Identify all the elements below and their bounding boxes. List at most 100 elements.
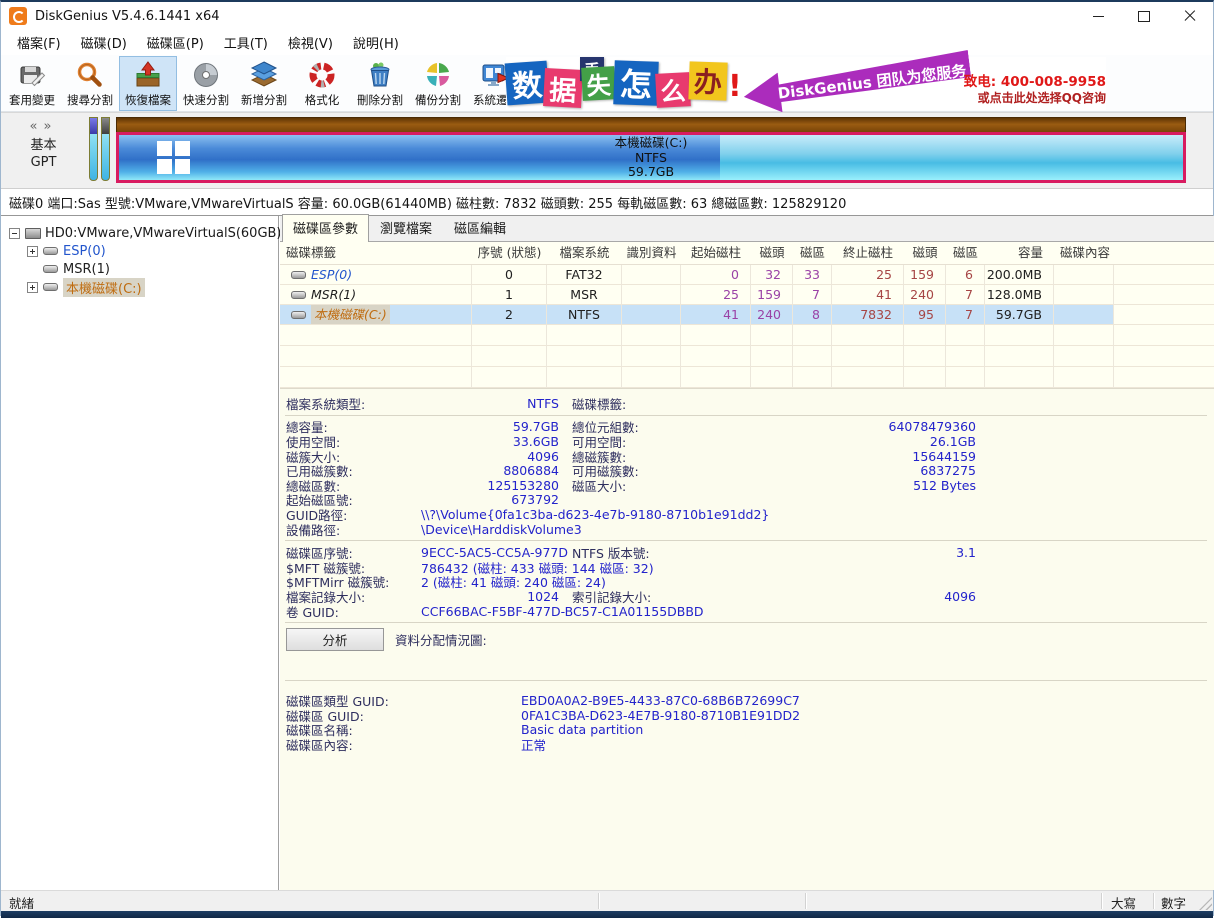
separator xyxy=(285,622,1207,623)
maximize-button[interactable] xyxy=(1121,2,1167,30)
status-capslock: 大寫 xyxy=(1111,893,1136,912)
banner-arrow: DiskGenius 团队为您服务 xyxy=(741,49,972,116)
menu-partition[interactable]: 磁碟區(P) xyxy=(137,30,214,55)
partition-icon xyxy=(291,271,306,279)
main-area: HD0:VMware,VMwareVirtualS(60GB) ESP(0) M… xyxy=(1,215,1213,890)
tree-node-label: HD0:VMware,VMwareVirtualS(60GB) xyxy=(45,226,282,241)
tree-node-msr[interactable]: MSR(1) xyxy=(1,260,278,278)
search-partition-icon xyxy=(75,60,105,90)
disk-info-text: 磁碟0 端口:Sas 型號:VMware,VMwareVirtualS 容量: … xyxy=(9,193,846,212)
close-icon xyxy=(1184,10,1196,22)
detail-row: 卷 GUID: CCF66BAC-F5BF-477D-BC57-C1A01155… xyxy=(280,604,1214,619)
tree-node-label: 本機磁碟(C:) xyxy=(63,278,145,297)
disk-type-label: 基本 xyxy=(1,137,86,154)
detail-row: 磁碟區內容: 正常 xyxy=(280,737,1214,752)
partition-bar-fs: NTFS xyxy=(119,151,1183,166)
status-bar: 就緒 大寫 數字 xyxy=(1,890,1213,911)
new-partition-button[interactable]: 新增分割 xyxy=(235,56,293,111)
disk-scheme-label: GPT xyxy=(1,154,86,171)
tree-node-label: MSR(1) xyxy=(63,262,110,277)
menu-disk[interactable]: 磁碟(D) xyxy=(71,30,137,55)
apply-changes-icon xyxy=(17,60,47,90)
table-row-c-drive-selected[interactable]: 本機磁碟(C:) 2 NTFS 41 240 8 7832 95 7 59.7G… xyxy=(280,305,1214,325)
window-bottom-edge xyxy=(1,911,1213,918)
partition-detail-panel: 磁碟區參數 瀏覽檔案 磁區編輯 磁碟標籤 序號 (狀態) 檔案系統 識別資料 起… xyxy=(280,216,1214,890)
tab-sector-edit[interactable]: 磁區編輯 xyxy=(443,214,517,241)
banner-tile: 失 xyxy=(581,66,616,101)
disk-tree-panel: HD0:VMware,VMwareVirtualS(60GB) ESP(0) M… xyxy=(1,216,279,890)
partition-icon xyxy=(43,265,58,273)
table-row-msr[interactable]: MSR(1) 1 MSR 25 159 7 41 240 7 128.0MB xyxy=(280,285,1214,305)
recover-files-button[interactable]: 恢復檔案 xyxy=(119,56,177,111)
banner-tile: 据 xyxy=(543,68,583,108)
analyze-button[interactable]: 分析 xyxy=(286,628,384,651)
separator xyxy=(285,415,1207,416)
diskgenius-window: DiskGenius V5.4.6.1441 x64 檔案(F) 磁碟(D) 磁… xyxy=(0,0,1214,916)
status-numlock: 數字 xyxy=(1161,893,1186,912)
partition-c-bar[interactable]: 本機磁碟(C:) NTFS 59.7GB xyxy=(116,132,1186,183)
window-title: DiskGenius V5.4.6.1441 x64 xyxy=(35,9,220,24)
tab-browse-files[interactable]: 瀏覽檔案 xyxy=(369,214,443,241)
detail-row: 設備路徑: \Device\HarddiskVolume3 xyxy=(280,522,1214,537)
disk-bar-header[interactable] xyxy=(116,117,1186,132)
partition-details: 檔案系統類型: NTFS 磁碟標籤: 總容量: 59.7GB 總位元組數: 64… xyxy=(280,388,1214,752)
resize-grip[interactable] xyxy=(1199,897,1212,910)
menu-tools[interactable]: 工具(T) xyxy=(214,30,278,55)
allocation-map-label: 資料分配情況圖: xyxy=(395,630,487,649)
title-bar: DiskGenius V5.4.6.1441 x64 xyxy=(1,2,1213,30)
partition-table: 磁碟標籤 序號 (狀態) 檔案系統 識別資料 起始磁柱 磁頭 磁區 終止磁柱 磁… xyxy=(280,242,1214,388)
banner-arrow-text: DiskGenius 团队为您服务 xyxy=(776,59,967,103)
backup-partition-icon xyxy=(423,60,453,90)
partition-icon xyxy=(291,311,306,319)
tab-partition-params[interactable]: 磁碟區參數 xyxy=(282,214,369,242)
new-partition-icon xyxy=(249,60,279,90)
minimize-button[interactable] xyxy=(1075,2,1121,30)
apply-changes-button[interactable]: 套用變更 xyxy=(3,56,61,111)
status-ready: 就緒 xyxy=(9,893,34,912)
menu-help[interactable]: 說明(H) xyxy=(343,30,409,55)
partition-icon xyxy=(291,291,306,299)
partition-icon xyxy=(43,247,58,255)
delete-partition-button[interactable]: 刪除分割 xyxy=(351,56,409,111)
partition-bar-size: 59.7GB xyxy=(119,165,1183,180)
partition-mini-bar-msr[interactable] xyxy=(101,117,110,181)
menu-bar: 檔案(F) 磁碟(D) 磁碟區(P) 工具(T) 檢視(V) 說明(H) xyxy=(1,30,1213,55)
banner-tile: 怎 xyxy=(613,60,659,106)
prev-disk-icon[interactable]: « xyxy=(30,119,44,134)
search-partition-button[interactable]: 搜尋分割 xyxy=(61,56,119,111)
minimize-icon xyxy=(1093,16,1104,17)
separator xyxy=(285,540,1207,541)
disk-icon xyxy=(25,228,41,239)
banner-qq-link[interactable]: 或点击此处选择QQ咨询 xyxy=(954,89,1106,106)
maximize-icon xyxy=(1138,11,1150,22)
menu-view[interactable]: 檢視(V) xyxy=(278,30,343,55)
close-button[interactable] xyxy=(1167,2,1213,30)
format-icon xyxy=(307,60,337,90)
disk-overview-panel: «» 基本 GPT 本機磁碟(C:) NTFS 59.7GB xyxy=(1,112,1213,188)
menu-file[interactable]: 檔案(F) xyxy=(7,30,71,55)
partition-mini-bar-esp[interactable] xyxy=(89,117,98,181)
app-logo-icon xyxy=(9,7,27,25)
collapse-icon[interactable] xyxy=(9,228,20,239)
detail-row: 檔案系統類型: NTFS 磁碟標籤: xyxy=(280,396,1214,411)
table-header-row: 磁碟標籤 序號 (狀態) 檔案系統 識別資料 起始磁柱 磁頭 磁區 終止磁柱 磁… xyxy=(280,242,1214,265)
tree-node-disk[interactable]: HD0:VMware,VMwareVirtualS(60GB) xyxy=(1,224,278,242)
format-button[interactable]: 格式化 xyxy=(293,56,351,111)
delete-partition-icon xyxy=(365,60,395,90)
promo-banner[interactable]: 数 据 丢 失 怎 么 办 ! DiskGenius 团队为您服务 致电: 40… xyxy=(506,57,1106,110)
tab-strip: 磁碟區參數 瀏覽檔案 磁區編輯 xyxy=(280,216,1214,242)
next-disk-icon[interactable]: » xyxy=(44,119,58,134)
banner-exclaim: ! xyxy=(728,69,742,104)
tree-node-esp[interactable]: ESP(0) xyxy=(1,242,278,260)
table-row-esp[interactable]: ESP(0) 0 FAT32 0 32 33 25 159 6 200.0MB xyxy=(280,265,1214,285)
empty-row xyxy=(280,367,1214,388)
banner-tile: 办 xyxy=(688,61,727,100)
expand-icon[interactable] xyxy=(27,246,38,257)
expand-icon[interactable] xyxy=(27,282,38,293)
toolbar: 套用變更 搜尋分割 恢復檔案 快速分割 新增分割 格式化 xyxy=(1,55,1213,112)
backup-partition-button[interactable]: 備份分割 xyxy=(409,56,467,111)
quick-partition-button[interactable]: 快速分割 xyxy=(177,56,235,111)
tree-node-c-drive[interactable]: 本機磁碟(C:) xyxy=(1,278,278,296)
separator xyxy=(285,680,1207,681)
recover-files-icon xyxy=(133,60,163,90)
